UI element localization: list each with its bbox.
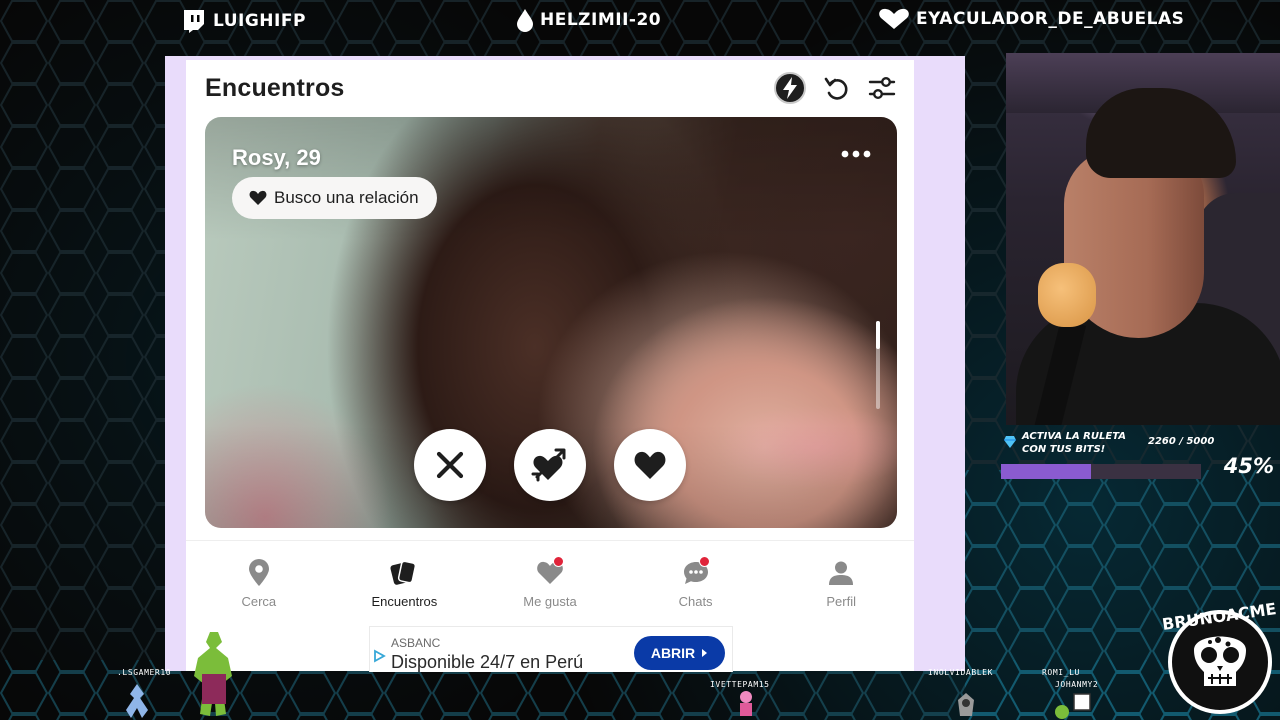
viewer-name: INOLVIDABLEK [928,668,993,677]
nav-divider [186,540,914,541]
bits-goal-label: ACTIVA LA RULETA CON TUS BITS! [1022,431,1126,455]
viewer-sprite [740,691,752,716]
dislike-button[interactable] [414,429,486,501]
relationship-intent-pill: Busco una relación [232,177,437,219]
bits-progress-bar [1001,464,1201,479]
cards-icon [389,558,419,588]
profile-name-age: Rosy, 29 [232,145,321,170]
viewer-sprite [958,693,974,716]
page-title: Encuentros [205,74,345,102]
nav-label: Chats [678,594,713,609]
viewer-sprite [126,684,148,718]
viewer-sprite [194,632,232,716]
viewer-name: JOHANMY2 [1055,680,1099,689]
nav-item-encuentros[interactable]: Encuentros [332,542,478,622]
bottom-nav: Cerca Encuentros Me gusta Chats Perfil [186,542,914,622]
viewer-name: IVETTEPAM15 [710,680,770,689]
gem-icon [1004,436,1016,448]
streamer-handle-tag: BRUNOACME [186,606,229,614]
small-heart-icon [249,190,267,205]
location-pin-icon [244,558,274,588]
notification-badge [698,556,710,567]
relationship-intent-label: Busco una relación [274,188,419,207]
bits-goal-percent: 45% [1223,454,1274,478]
bolt-icon [774,72,806,104]
ad-open-button[interactable]: ABRIR [634,636,725,670]
viewer-sprite [1055,693,1091,719]
nav-item-chats[interactable]: Chats [623,542,769,622]
ad-choices-icon [374,649,386,663]
like-heart-icon [634,451,666,479]
drop-icon [517,9,533,32]
top-name-label: HELZIMII-20 [540,10,662,30]
crush-heart-arrow-icon [531,448,566,482]
nav-item-perfil[interactable]: Perfil [768,542,914,622]
nav-item-me-gusta[interactable]: Me gusta [477,542,623,622]
nav-label: Encuentros [371,594,438,609]
person-icon [826,558,856,588]
nav-label: Me gusta [523,594,577,609]
channel-logo: BRUNOACME [1161,599,1278,714]
undo-icon [824,77,848,100]
more-dots-icon [841,150,871,158]
chevron-right-icon [702,649,708,657]
bits-progress-fill [1001,464,1091,479]
undo-button[interactable] [820,72,852,104]
heart-icon [879,8,909,29]
webcam-feed [1006,53,1280,425]
nav-label: Perfil [826,594,856,609]
like-button[interactable] [614,429,686,501]
dislike-x-icon [436,451,464,479]
heart-outline-icon [535,556,565,588]
viewer-name: .LSGAMER10 [117,668,172,677]
dating-app-window: Encuentros Rosy, 29 Busco una relación C… [186,60,914,672]
notification-badge [552,556,564,567]
bits-goal-widget: ACTIVA LA RULETA CON TUS BITS! 2260 / 50… [1001,430,1280,484]
filter-icon [868,77,896,99]
top-names-bar: LUIGHIFP HELZIMII-20 EYACULADOR_DE_ABUEL… [0,0,1280,40]
filters-button[interactable] [866,72,898,104]
ad-open-label: ABRIR [650,645,696,661]
top-name-1: LUIGHIFP [181,8,306,34]
profile-card[interactable]: Rosy, 29 Busco una relación [205,117,897,528]
chat-bubble-icon [681,556,711,588]
nav-label: Cerca [241,594,277,609]
ad-brand: ASBANC [391,636,441,650]
viewer-name: ROMI_LU [1042,668,1080,677]
ad-text: Disponible 24/7 en Perú [391,652,584,672]
header-actions [774,72,898,104]
microphone [1038,263,1096,327]
crush-button[interactable] [514,429,586,501]
app-header: Encuentros [186,60,914,116]
top-name-label: EYACULADOR_DE_ABUELAS [916,9,1185,29]
boost-button[interactable] [774,72,806,104]
top-name-label: LUIGHIFP [213,11,306,31]
bits-goal-count: 2260 / 5000 [1148,436,1215,447]
ad-banner[interactable]: ASBANC Disponible 24/7 en Perú ABRIR [369,626,733,672]
top-name-3: EYACULADOR_DE_ABUELAS [878,8,1184,30]
card-actions [414,429,686,501]
twitch-icon [184,10,204,33]
top-name-2: HELZIMII-20 [516,8,661,32]
more-options-button[interactable] [839,143,873,165]
photo-scroll-indicator [876,321,880,409]
